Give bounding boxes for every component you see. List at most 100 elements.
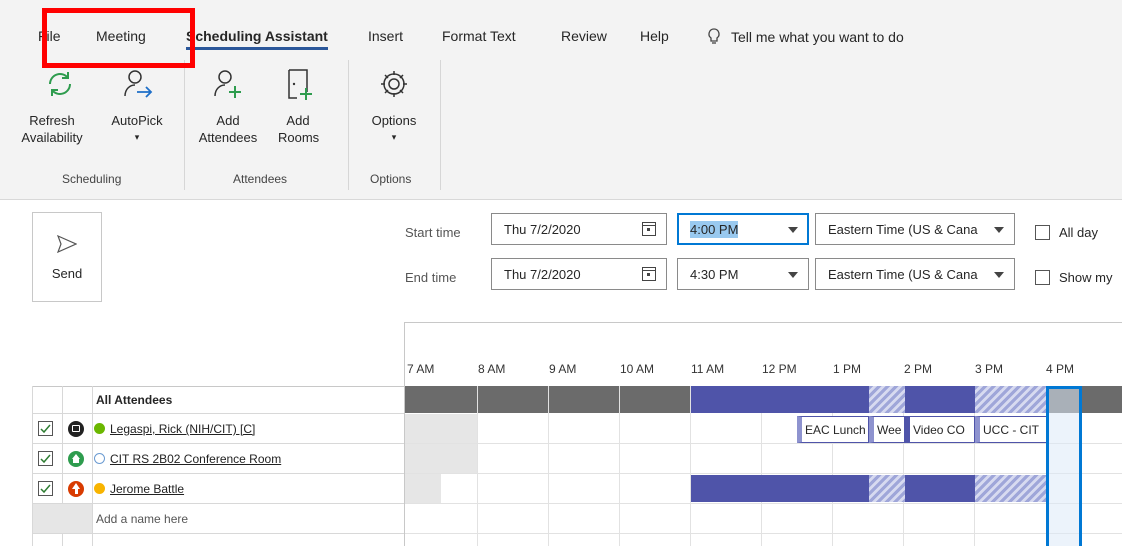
grid-line bbox=[690, 386, 691, 546]
all-day-label: All day bbox=[1059, 225, 1099, 240]
start-date-field[interactable]: Thu 7/2/2020 bbox=[491, 213, 667, 245]
attendee-name[interactable]: Legaspi, Rick (NIH/CIT) [C] bbox=[110, 422, 255, 436]
attendee-checkbox[interactable] bbox=[38, 421, 53, 436]
event-block[interactable]: EAC Lunch bbox=[797, 416, 869, 443]
organizer-icon[interactable] bbox=[68, 481, 84, 497]
presence-available-icon bbox=[94, 423, 105, 434]
start-time-value: 4:00 PM bbox=[690, 221, 739, 238]
presence-unknown-icon bbox=[94, 453, 105, 464]
gear-icon bbox=[381, 71, 407, 97]
hour-label: 10 AM bbox=[620, 362, 655, 376]
hour-label: 8 AM bbox=[478, 362, 506, 376]
add-rooms-button[interactable]: Add Rooms bbox=[270, 66, 326, 146]
start-timezone-value: Eastern Time (US & Cana bbox=[828, 222, 978, 237]
add-name-input[interactable]: Add a name here bbox=[96, 512, 188, 526]
event-block[interactable]: Wee bbox=[869, 416, 905, 443]
all-day-checkbox[interactable] bbox=[1035, 225, 1050, 240]
tentative-block bbox=[869, 475, 905, 502]
busy-block bbox=[905, 475, 975, 502]
required-attendee-icon[interactable] bbox=[68, 421, 84, 437]
hour-label: 4 PM bbox=[1046, 362, 1075, 376]
group-options: Options bbox=[370, 172, 412, 186]
autopick-button[interactable]: AutoPick ▾ bbox=[102, 66, 172, 146]
ribbon-separator bbox=[440, 60, 441, 190]
grid-line bbox=[548, 386, 549, 546]
tentative-block bbox=[975, 386, 1047, 413]
add-attendees-label: Add Attendees bbox=[198, 113, 258, 145]
event-label: EAC Lunch bbox=[805, 423, 866, 437]
tab-format-text[interactable]: Format Text bbox=[442, 28, 516, 44]
hour-label: 12 PM bbox=[762, 362, 797, 376]
attendee-name[interactable]: CIT RS 2B02 Conference Room bbox=[110, 452, 281, 466]
refresh-icon bbox=[49, 72, 71, 96]
hour-label: 9 AM bbox=[549, 362, 577, 376]
send-button[interactable]: Send bbox=[32, 212, 102, 302]
options-button[interactable]: Options ▾ bbox=[362, 66, 426, 146]
start-time-field[interactable]: 4:00 PM bbox=[677, 213, 809, 245]
start-timezone-field[interactable]: Eastern Time (US & Cana bbox=[815, 213, 1015, 245]
grid-line bbox=[405, 503, 1122, 504]
offhours-block bbox=[405, 444, 477, 473]
grid-line bbox=[92, 386, 93, 546]
start-time-label: Start time bbox=[405, 225, 461, 240]
ribbon-separator bbox=[348, 60, 349, 190]
hour-label: 2 PM bbox=[904, 362, 933, 376]
grid-line bbox=[477, 386, 478, 546]
hour-label: 1 PM bbox=[833, 362, 862, 376]
event-block[interactable]: UCC - CIT bbox=[975, 416, 1047, 443]
tell-me-box[interactable]: Tell me what you want to do bbox=[707, 28, 904, 45]
end-timezone-field[interactable]: Eastern Time (US & Cana bbox=[815, 258, 1015, 290]
chevron-down-icon: ▾ bbox=[391, 132, 397, 142]
grid-line bbox=[405, 443, 1122, 444]
checkmark-icon bbox=[40, 424, 51, 434]
chevron-down-icon[interactable] bbox=[788, 272, 798, 278]
tab-scheduling-assistant[interactable]: Scheduling Assistant bbox=[186, 28, 328, 50]
group-scheduling: Scheduling bbox=[62, 172, 122, 186]
autopick-icon bbox=[124, 70, 153, 98]
attendee-name[interactable]: Jerome Battle bbox=[110, 482, 184, 496]
tab-insert[interactable]: Insert bbox=[368, 28, 403, 44]
grid-line bbox=[32, 473, 404, 474]
grid-line bbox=[32, 443, 404, 444]
checkmark-icon bbox=[40, 484, 51, 494]
end-date-field[interactable]: Thu 7/2/2020 bbox=[491, 258, 667, 290]
tab-help[interactable]: Help bbox=[640, 28, 669, 44]
refresh-label: Refresh Availability bbox=[21, 113, 83, 145]
attendee-checkbox[interactable] bbox=[38, 451, 53, 466]
end-time-field[interactable]: 4:30 PM bbox=[677, 258, 809, 290]
tentative-block bbox=[869, 386, 905, 413]
grid-line bbox=[32, 533, 404, 534]
busy-block bbox=[691, 475, 869, 502]
send-icon bbox=[56, 234, 78, 254]
send-label: Send bbox=[51, 266, 83, 281]
meeting-time-selection[interactable] bbox=[1046, 386, 1082, 546]
ribbon-separator bbox=[184, 60, 185, 190]
end-time-label: End time bbox=[405, 270, 457, 285]
tentative-block bbox=[975, 475, 1047, 502]
attendee-checkbox[interactable] bbox=[38, 481, 53, 496]
resource-room-icon[interactable] bbox=[68, 451, 84, 467]
options-label: Options bbox=[371, 113, 417, 128]
refresh-availability-button[interactable]: Refresh Availability bbox=[20, 66, 100, 146]
chevron-down-icon: ▾ bbox=[134, 132, 140, 142]
chevron-down-icon[interactable] bbox=[994, 227, 1004, 233]
show-my-checkbox[interactable] bbox=[1035, 270, 1050, 285]
busy-block bbox=[691, 386, 869, 413]
tell-me-text: Tell me what you want to do bbox=[731, 29, 904, 45]
highlight-box bbox=[42, 8, 195, 68]
hour-label: 11 AM bbox=[691, 362, 725, 376]
calendar-icon[interactable] bbox=[642, 267, 656, 281]
end-date-value: Thu 7/2/2020 bbox=[504, 267, 581, 282]
all-attendees-header: All Attendees bbox=[96, 393, 173, 407]
event-block[interactable]: Video CO bbox=[905, 416, 975, 443]
calendar-icon[interactable] bbox=[642, 222, 656, 236]
chevron-down-icon[interactable] bbox=[994, 272, 1004, 278]
chevron-down-icon[interactable] bbox=[788, 227, 798, 233]
add-rooms-label: Add Rooms bbox=[278, 113, 320, 145]
add-attendee-icon bbox=[214, 70, 241, 98]
tab-review[interactable]: Review bbox=[561, 28, 607, 44]
event-label: Wee bbox=[877, 423, 902, 437]
grid-line bbox=[619, 386, 620, 546]
grid-line bbox=[32, 413, 404, 414]
add-attendees-button[interactable]: Add Attendees bbox=[196, 66, 260, 146]
